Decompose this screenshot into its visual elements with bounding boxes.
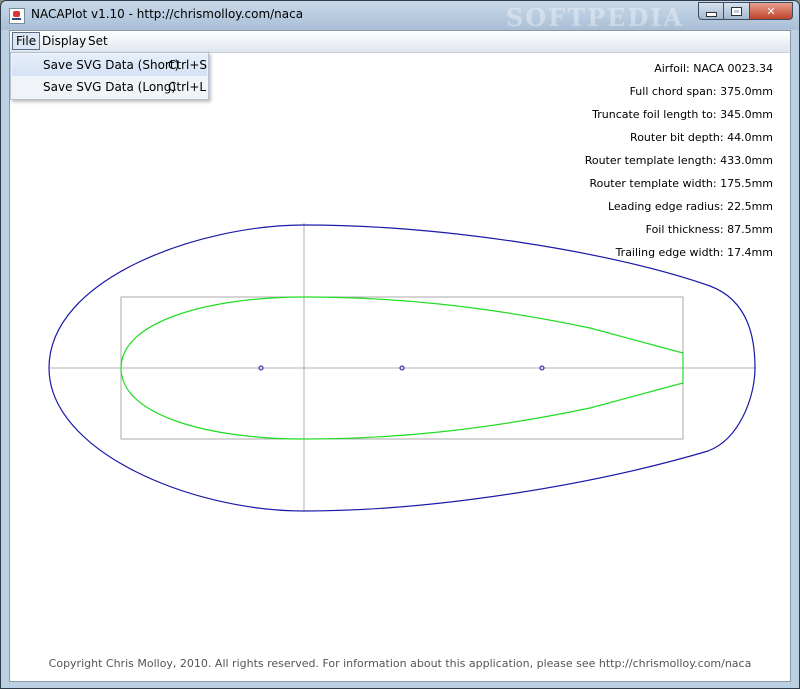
menu-item-shortcut: Ctrl+L: [168, 80, 207, 94]
info-foil-thickness: Foil thickness: 87.5mm: [645, 223, 773, 236]
menu-item-shortcut: Ctrl+S: [168, 58, 208, 72]
plot-area: File Display Set Save SVG Data (Short) C…: [9, 30, 791, 682]
minimize-button[interactable]: [698, 2, 724, 20]
minimize-icon: [705, 11, 717, 17]
info-truncate-length: Truncate foil length to: 345.0mm: [592, 108, 773, 121]
maximize-icon: [731, 6, 742, 16]
menu-file[interactable]: File: [12, 32, 41, 50]
info-leading-edge-radius: Leading edge radius: 22.5mm: [607, 200, 773, 213]
info-trailing-edge-width: Trailing edge width: 17.4mm: [615, 246, 773, 259]
menu-set[interactable]: Set: [85, 33, 111, 49]
window-controls: ✕: [698, 2, 793, 21]
close-button[interactable]: ✕: [750, 2, 793, 20]
close-icon: ✕: [766, 4, 776, 18]
info-template-width: Router template width: 175.5mm: [589, 177, 773, 190]
window-title: NACAPlot v1.10 - http://chrismolloy.com/…: [31, 7, 304, 21]
menu-item-label: Save SVG Data (Short): [43, 58, 180, 72]
menu-bar: File Display Set: [10, 31, 790, 53]
menu-save-svg-long[interactable]: Save SVG Data (Long) Ctrl+L: [12, 76, 207, 98]
menu-item-label: Save SVG Data (Long): [43, 80, 177, 94]
file-menu-dropdown: Save SVG Data (Short) Ctrl+S Save SVG Da…: [10, 52, 209, 100]
info-airfoil: Airfoil: NACA 0023.34: [654, 62, 773, 75]
info-full-chord-span: Full chord span: 375.0mm: [629, 85, 773, 98]
menu-save-svg-short[interactable]: Save SVG Data (Short) Ctrl+S: [12, 54, 207, 76]
menu-display[interactable]: Display: [39, 33, 89, 49]
app-window: NACAPlot v1.10 - http://chrismolloy.com/…: [0, 0, 800, 689]
copyright-footer: Copyright Chris Molloy, 2010. All rights…: [48, 657, 752, 670]
title-bar[interactable]: NACAPlot v1.10 - http://chrismolloy.com/…: [1, 1, 799, 32]
info-template-length: Router template length: 433.0mm: [584, 154, 773, 167]
maximize-button[interactable]: [724, 2, 750, 20]
airfoil-plot: [48, 223, 756, 512]
info-router-bit-depth: Router bit depth: 44.0mm: [630, 131, 773, 144]
java-app-icon[interactable]: [9, 8, 25, 24]
watermark-text: SOFTPEDIA: [506, 3, 685, 32]
